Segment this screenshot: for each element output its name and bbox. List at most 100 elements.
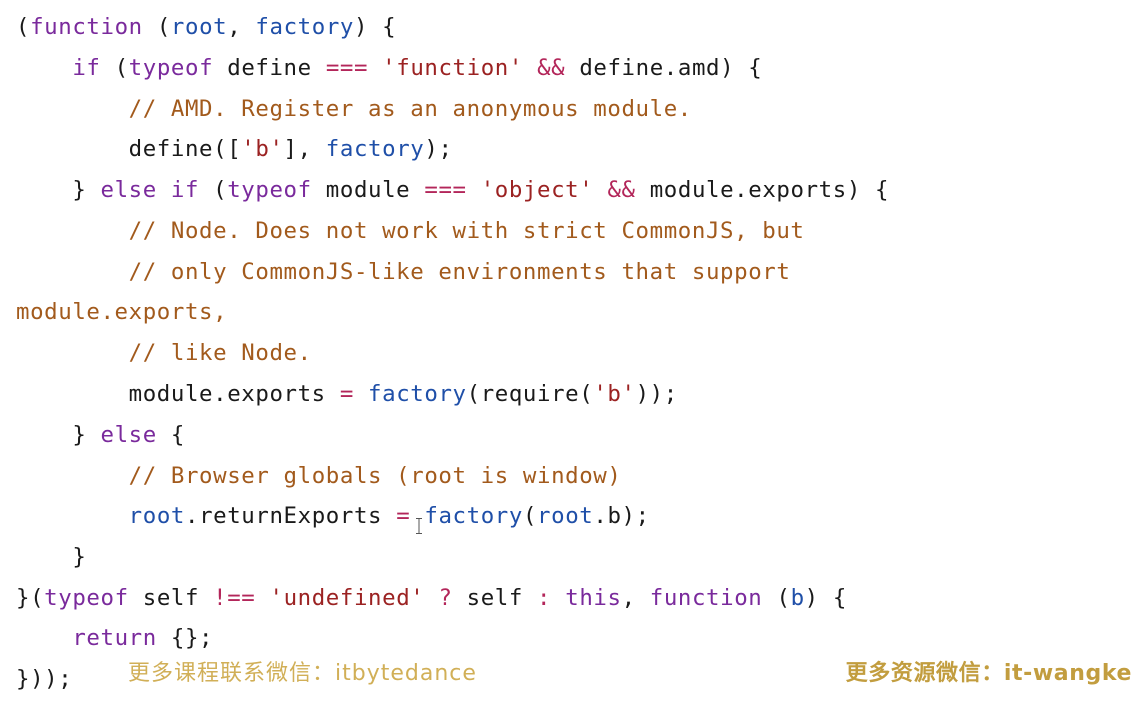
- code-line: }));: [16, 664, 72, 694]
- code-token: ===: [424, 177, 467, 203]
- code-token: // like Node.: [128, 340, 312, 366]
- code-line: // Node. Does not work with strict Commo…: [16, 216, 805, 246]
- code-token: factory: [255, 14, 354, 40]
- code-token: .b);: [593, 503, 650, 529]
- code-line: }: [16, 542, 86, 572]
- code-token: define([: [16, 136, 242, 162]
- code-token: );: [424, 136, 453, 162]
- code-token: // AMD. Register as an anonymous module.: [128, 96, 692, 122]
- code-token: factory: [325, 136, 425, 162]
- code-token: // Node. Does not work with strict Commo…: [128, 218, 805, 244]
- code-token: {};: [156, 625, 214, 651]
- code-token: (: [16, 14, 31, 40]
- code-token: 'function': [382, 55, 523, 81]
- code-token: (: [522, 503, 538, 529]
- code-editor[interactable]: (function (root, factory) { if (typeof d…: [0, 0, 1138, 702]
- code-token: b: [790, 585, 805, 611]
- code-token: .returnExports: [184, 503, 397, 529]
- code-token: root: [537, 503, 594, 529]
- code-token: 'b': [241, 136, 284, 162]
- code-line: } else {: [16, 420, 185, 450]
- code-token: }: [16, 177, 101, 203]
- code-line: return {};: [16, 623, 213, 653]
- code-token: factory: [424, 503, 523, 529]
- code-token: else: [100, 422, 157, 448]
- code-token: &&: [537, 55, 566, 81]
- code-token: 'object': [480, 177, 594, 203]
- code-token: typeof: [227, 177, 312, 203]
- code-token: if: [72, 55, 101, 81]
- code-token: return: [72, 625, 157, 651]
- code-token: define.amd) {: [565, 55, 763, 81]
- code-token: ===: [325, 55, 369, 81]
- code-token: module.exports: [16, 381, 340, 407]
- code-token: ) {: [804, 585, 847, 611]
- code-token: }(: [16, 585, 45, 611]
- code-token: (: [762, 585, 791, 611]
- code-line: root.returnExports = factory(root.b);: [16, 501, 650, 531]
- code-token: 'b': [593, 381, 636, 407]
- code-token: factory: [368, 381, 467, 407]
- code-token: {: [156, 422, 185, 448]
- code-line: } else if (typeof module === 'object' &&…: [16, 175, 889, 205]
- code-line: }(typeof self !== 'undefined' ? self : t…: [16, 583, 847, 613]
- code-line: // AMD. Register as an anonymous module.: [16, 94, 692, 124]
- code-line: (function (root, factory) {: [16, 12, 396, 42]
- code-token: :: [537, 585, 552, 611]
- watermark-right: 更多资源微信：it-wangke: [845, 661, 1132, 686]
- code-token: function: [30, 14, 143, 40]
- code-line: // like Node.: [16, 338, 312, 368]
- code-line: module.exports,: [16, 297, 227, 327]
- code-token: 'undefined': [269, 585, 425, 611]
- code-line: module.exports = factory(require('b'));: [16, 379, 678, 409]
- code-token: this: [565, 585, 622, 611]
- code-token: ,: [227, 14, 256, 40]
- code-token: }));: [16, 666, 73, 692]
- code-token: typeof: [128, 55, 214, 81]
- code-token: !==: [213, 585, 256, 611]
- code-token: (: [100, 55, 129, 81]
- code-token: =: [396, 503, 411, 529]
- code-token: =: [339, 381, 354, 407]
- code-line: if (typeof define === 'function' && defi…: [16, 53, 762, 83]
- code-token: &&: [607, 177, 636, 203]
- code-token: define: [213, 55, 326, 81]
- code-token: self: [452, 585, 538, 611]
- code-token: // Browser globals (root is window): [128, 463, 622, 489]
- code-token: function: [649, 585, 763, 611]
- watermark-left: 更多课程联系微信：itbytedance: [128, 661, 477, 686]
- code-token: ],: [283, 136, 326, 162]
- code-token: typeof: [44, 585, 129, 611]
- code-token: root: [170, 14, 228, 40]
- code-token: ?: [438, 585, 453, 611]
- code-token: self: [128, 585, 214, 611]
- code-line: define(['b'], factory);: [16, 134, 453, 164]
- code-token: (: [199, 177, 228, 203]
- code-token: module: [311, 177, 425, 203]
- code-token: module.exports) {: [635, 177, 890, 203]
- code-token: }: [16, 544, 87, 570]
- code-token: // only CommonJS-like environments that …: [128, 259, 791, 285]
- code-token: module.exports,: [16, 299, 228, 325]
- code-token: }: [16, 422, 101, 448]
- code-token: else if: [100, 177, 200, 203]
- code-token: ,: [621, 585, 650, 611]
- code-token: root: [128, 503, 185, 529]
- text-cursor-icon: [416, 518, 422, 534]
- code-line: // only CommonJS-like environments that …: [16, 257, 790, 287]
